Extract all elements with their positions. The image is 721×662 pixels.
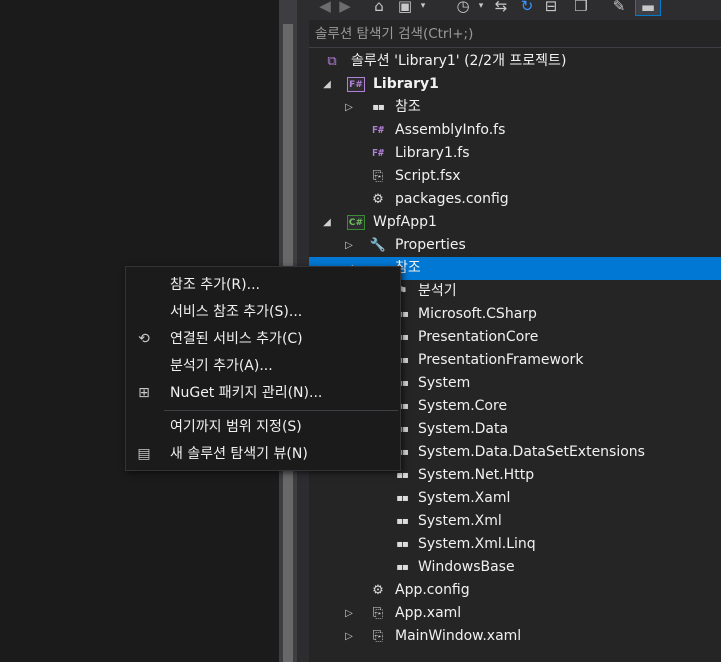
fsharp-file-icon: F#	[371, 148, 385, 159]
references-label: 참조	[395, 99, 421, 115]
reference-icon: ▪▪	[396, 516, 409, 527]
connected-service-icon: ⟲	[138, 331, 150, 347]
reference-icon: ▪▪	[396, 493, 409, 504]
new-explorer-view-icon: ▤	[137, 446, 151, 462]
sync-icon[interactable]: ⇆	[491, 0, 511, 16]
tree-item-file[interactable]: ⚙ packages.config	[309, 188, 721, 211]
home-icon[interactable]: ⌂	[369, 0, 389, 16]
file-label: App.config	[395, 582, 470, 598]
tree-item-solution[interactable]: ⧉ 솔루션 'Library1' (2/2개 프로젝트)	[309, 50, 721, 73]
xaml-file-icon: ⎘	[372, 629, 384, 644]
reference-label: System.Xml	[418, 513, 502, 529]
reference-label: System.Xml.Linq	[418, 536, 536, 552]
config-file-icon: ⚙	[372, 192, 384, 207]
xaml-file-icon: ⎘	[372, 606, 384, 621]
menu-item-label: 서비스 참조 추가(S)...	[170, 304, 303, 320]
file-label: packages.config	[395, 191, 509, 207]
tree-item-file[interactable]: F# AssemblyInfo.fs	[309, 119, 721, 142]
chevron-down-icon[interactable]: ▾	[471, 0, 491, 16]
solution-explorer-toolbar: ◀ ▶ ⌂ ▣ ▾ ◷ ▾ ⇆ ↻ ⊟ ❐ ✎ ▬	[309, 0, 721, 20]
tree-item-reference[interactable]: ▪▪ System.Xml	[309, 510, 721, 533]
nuget-package-icon: ⊞	[138, 385, 150, 401]
collapsed-arrow-icon[interactable]: ▷	[343, 625, 355, 648]
menu-item-label: 새 솔루션 탐색기 뷰(N)	[170, 446, 308, 462]
file-label: MainWindow.xaml	[395, 628, 522, 644]
preview-icon[interactable]: ▬	[635, 0, 661, 16]
wrench-icon: 🔧	[369, 238, 387, 253]
reference-label: System.Net.Http	[418, 467, 535, 483]
menu-item-label: 분석기 추가(A)...	[170, 358, 273, 374]
references-icon: ▪▪	[372, 102, 385, 113]
menu-item-add-reference[interactable]: 참조 추가(R)...	[126, 272, 400, 298]
menu-item-add-service-reference[interactable]: 서비스 참조 추가(S)...	[126, 299, 400, 325]
back-icon[interactable]: ◀	[315, 0, 335, 16]
menu-item-scope-to-this[interactable]: 여기까지 범위 지정(S)	[126, 414, 400, 440]
tree-item-file[interactable]: ▷ ⎘ MainWindow.xaml	[309, 625, 721, 648]
properties-icon[interactable]: ✎	[609, 0, 629, 16]
menu-item-label: 여기까지 범위 지정(S)	[170, 419, 302, 435]
reference-label: PresentationCore	[418, 329, 539, 345]
search-input[interactable]	[315, 25, 695, 43]
reference-label: Microsoft.CSharp	[418, 306, 537, 322]
menu-item-label: NuGet 패키지 관리(N)...	[170, 385, 323, 401]
project-label: Library1	[373, 76, 439, 92]
expanded-arrow-icon[interactable]: ◢	[321, 211, 333, 234]
menu-item-add-connected-service[interactable]: ⟲ 연결된 서비스 추가(C)	[126, 326, 400, 352]
menu-item-label: 참조 추가(R)...	[170, 277, 260, 293]
search-box	[309, 21, 721, 48]
file-label: Script.fsx	[395, 168, 461, 184]
reference-label: PresentationFramework	[418, 352, 584, 368]
csharp-project-icon: C#	[347, 215, 365, 230]
menu-item-add-analyzer[interactable]: 분석기 추가(A)...	[126, 353, 400, 379]
file-label: App.xaml	[395, 605, 462, 621]
fsharp-project-icon: F#	[347, 77, 365, 92]
switch-views-icon[interactable]: ▣	[395, 0, 415, 16]
expanded-arrow-icon[interactable]: ◢	[321, 73, 333, 96]
chevron-down-icon[interactable]: ▾	[413, 0, 433, 16]
collapsed-arrow-icon[interactable]: ▷	[343, 96, 355, 119]
file-label: Library1.fs	[395, 145, 470, 161]
collapse-all-icon[interactable]: ⊟	[541, 0, 561, 16]
reference-label: System.Xaml	[418, 490, 511, 506]
reference-icon: ▪▪	[396, 562, 409, 573]
script-file-icon: ⎘	[372, 169, 384, 184]
properties-label: Properties	[395, 237, 466, 253]
menu-separator	[164, 410, 398, 411]
reference-label: System.Data.DataSetExtensions	[418, 444, 645, 460]
tree-item-file[interactable]: ▷ ⎘ App.xaml	[309, 602, 721, 625]
tree-item-reference[interactable]: ▪▪ System.Xml.Linq	[309, 533, 721, 556]
reference-label: System	[418, 375, 471, 391]
solution-label: 솔루션 'Library1' (2/2개 프로젝트)	[351, 53, 567, 69]
menu-item-new-explorer-view[interactable]: ▤ 새 솔루션 탐색기 뷰(N)	[126, 441, 400, 467]
tree-item-reference[interactable]: ▪▪ System.Xaml	[309, 487, 721, 510]
collapsed-arrow-icon[interactable]: ▷	[343, 602, 355, 625]
fsharp-file-icon: F#	[371, 125, 385, 136]
tree-item-file[interactable]: ⎘ Script.fsx	[309, 165, 721, 188]
tree-item-file[interactable]: F# Library1.fs	[309, 142, 721, 165]
file-label: AssemblyInfo.fs	[395, 122, 506, 138]
tree-item-wpf-project[interactable]: ◢ C# WpfApp1	[309, 211, 721, 234]
reference-icon: ▪▪	[396, 539, 409, 550]
reference-label: System.Data	[418, 421, 509, 437]
project-label: WpfApp1	[373, 214, 437, 230]
menu-item-manage-nuget[interactable]: ⊞ NuGet 패키지 관리(N)...	[126, 380, 400, 406]
reference-label: WindowsBase	[418, 559, 515, 575]
show-all-files-icon[interactable]: ❐	[571, 0, 591, 16]
solution-icon: ⧉	[327, 54, 337, 69]
reference-label: System.Core	[418, 398, 508, 414]
context-menu: 참조 추가(R)... 서비스 참조 추가(S)... ⟲ 연결된 서비스 추가…	[125, 266, 401, 471]
pending-changes-icon[interactable]: ◷	[453, 0, 473, 16]
config-file-icon: ⚙	[372, 583, 384, 598]
tree-item-reference[interactable]: ▪▪ WindowsBase	[309, 556, 721, 579]
refresh-icon[interactable]: ↻	[517, 0, 537, 16]
menu-item-label: 연결된 서비스 추가(C)	[170, 331, 303, 347]
tree-item-library-project[interactable]: ◢ F# Library1	[309, 73, 721, 96]
collapsed-arrow-icon[interactable]: ▷	[343, 234, 355, 257]
tree-item-file[interactable]: ⚙ App.config	[309, 579, 721, 602]
tree-item-properties[interactable]: ▷ 🔧 Properties	[309, 234, 721, 257]
forward-icon[interactable]: ▶	[335, 0, 355, 16]
tree-item-library-references[interactable]: ▷ ▪▪ 참조	[309, 96, 721, 119]
analyzers-label: 분석기	[418, 283, 457, 299]
